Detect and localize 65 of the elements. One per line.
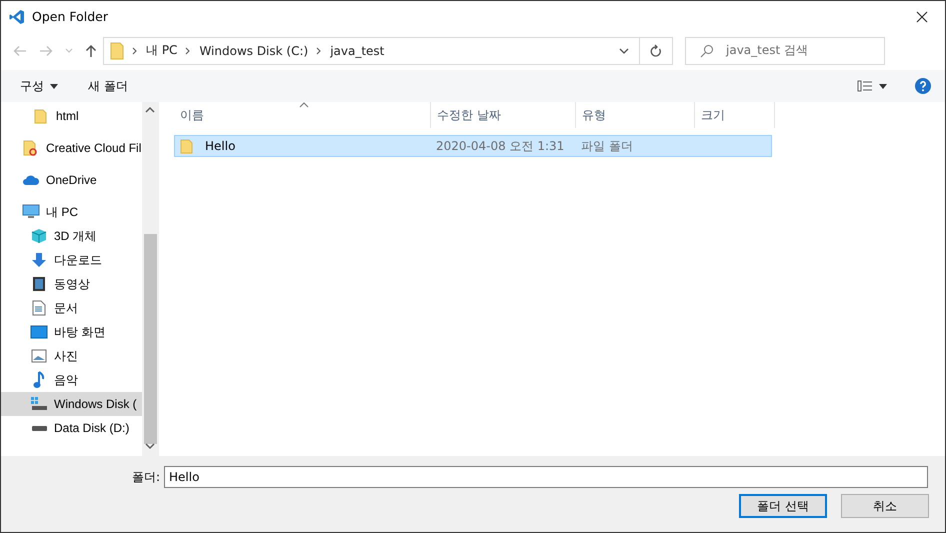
- sidebar-item[interactable]: Windows Disk (: [1, 392, 142, 416]
- address-bar[interactable]: 내 PC Windows Disk (C:) java_test: [103, 36, 673, 64]
- breadcrumb[interactable]: Windows Disk (C:): [199, 44, 308, 58]
- view-options-button[interactable]: [857, 80, 887, 92]
- down-arrow-icon: [31, 252, 47, 268]
- cube-icon: [31, 228, 47, 244]
- drive-icon: [32, 426, 46, 430]
- search-icon: [700, 44, 714, 58]
- sidebar-item[interactable]: Data Disk (D:): [1, 416, 142, 440]
- document-icon: [32, 300, 46, 316]
- sort-caret-icon: [299, 102, 309, 108]
- column-header[interactable]: 유형: [576, 102, 695, 128]
- dropdown-caret-icon: [50, 84, 58, 88]
- scroll-up-icon[interactable]: [145, 106, 155, 114]
- dialog-button[interactable]: 취소: [841, 494, 929, 518]
- dropdown-caret-icon[interactable]: [619, 48, 629, 54]
- folder-name-field[interactable]: Hello: [164, 466, 928, 488]
- breadcrumb[interactable]: 내 PC: [146, 42, 178, 59]
- help-icon[interactable]: [915, 78, 931, 94]
- sidebar-item[interactable]: 내 PC: [1, 200, 142, 224]
- sidebar-item[interactable]: 3D 개체: [1, 224, 142, 248]
- folder-label: 폴더:: [132, 468, 160, 486]
- sidebar-item[interactable]: 동영상: [1, 272, 142, 296]
- sidebar-item[interactable]: OneDrive: [1, 168, 142, 192]
- close-icon: [916, 10, 928, 22]
- sidebar-item[interactable]: 사진: [1, 344, 142, 368]
- new-folder-button[interactable]: 새 폴더: [88, 78, 128, 94]
- scroll-down-icon[interactable]: [145, 442, 155, 450]
- modified-date: 2020-04-08 오전 1:31: [435, 138, 566, 154]
- sidebar-item[interactable]: Creative Cloud Fil: [1, 136, 142, 160]
- search-field[interactable]: java_test 검색: [685, 36, 885, 64]
- list-view-icon: [857, 80, 873, 92]
- monitor-icon: [22, 204, 40, 220]
- folder-icon: [180, 138, 194, 154]
- folder-icon: [34, 108, 48, 124]
- picture-icon: [31, 349, 47, 363]
- music-note-icon: [32, 371, 46, 389]
- chevron-icon: [185, 46, 192, 54]
- dialog-button[interactable]: 폴더 선택: [739, 494, 827, 518]
- breadcrumb[interactable]: java_test: [330, 44, 384, 58]
- column-header[interactable]: 크기: [695, 102, 775, 128]
- sidebar-item[interactable]: 음악: [1, 368, 142, 392]
- chevron-icon: [316, 46, 322, 54]
- refresh-icon[interactable]: [650, 44, 662, 58]
- chevron-icon: [132, 46, 138, 54]
- window-title: Open Folder: [32, 9, 108, 24]
- desktop-icon: [30, 325, 48, 339]
- file-type: 파일 폴더: [580, 138, 634, 154]
- column-header[interactable]: 수정한 날짜: [431, 102, 576, 128]
- sidebar-item[interactable]: 문서: [1, 296, 142, 320]
- drive-icon: [30, 396, 48, 412]
- scrollbar[interactable]: [142, 102, 159, 456]
- file-row[interactable]: Hello 2020-04-08 오전 1:31 파일 폴더: [174, 135, 772, 157]
- file-name: Hello: [204, 139, 236, 153]
- sidebar-item[interactable]: 바탕 화면: [1, 320, 142, 344]
- column-header[interactable]: 이름: [174, 102, 431, 128]
- dropdown-caret-icon: [879, 84, 887, 88]
- folder-icon: [110, 42, 124, 60]
- app-logo-icon: [9, 8, 25, 24]
- cloud-icon: [22, 174, 40, 186]
- organize-menu[interactable]: 구성: [20, 78, 58, 94]
- up-arrow-icon[interactable]: [85, 44, 97, 58]
- sidebar-item[interactable]: html: [1, 104, 142, 128]
- folder-icon: [23, 140, 39, 156]
- sidebar-item[interactable]: 다운로드: [1, 248, 142, 272]
